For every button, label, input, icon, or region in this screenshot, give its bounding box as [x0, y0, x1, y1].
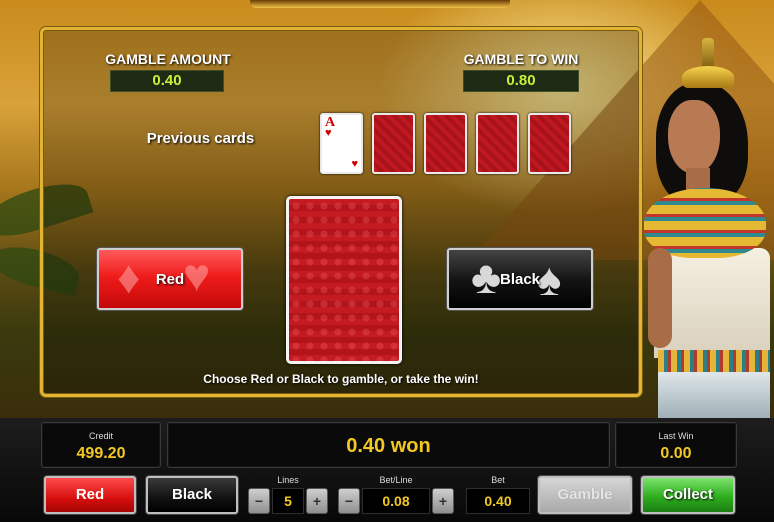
- credit-display: Credit 499.20: [41, 422, 161, 468]
- black-button[interactable]: Black: [146, 476, 238, 514]
- control-bar: Credit 499.20 0.40 won Last Win 0.00 Red…: [0, 418, 774, 522]
- diamond-icon: ♦: [117, 251, 141, 303]
- gamble-button[interactable]: Gamble: [538, 476, 632, 514]
- bet-per-line-label: Bet/Line: [379, 475, 413, 485]
- game-background: GAMBLE AMOUNT 0.40 GAMBLE TO WIN 0.80 Pr…: [0, 0, 774, 418]
- credit-label: Credit: [88, 431, 113, 441]
- lines-label: Lines: [277, 475, 299, 485]
- last-win-display: Last Win 0.00: [615, 422, 737, 468]
- collect-button[interactable]: Collect: [641, 476, 735, 514]
- gamble-instruction: Choose Red or Black to gamble, or take t…: [203, 372, 479, 386]
- previous-card-back: [372, 113, 415, 174]
- bet-per-line-increase-button[interactable]: +: [432, 488, 454, 514]
- previous-cards-label: Previous cards: [146, 130, 255, 147]
- previous-card-back: [424, 113, 467, 174]
- gamble-amount-value: 0.40: [110, 70, 224, 92]
- gamble-to-win-value: 0.80: [463, 70, 579, 92]
- bet-per-line-value: 0.08: [362, 488, 430, 514]
- crown-icon: [682, 66, 734, 88]
- previous-card-ace-hearts: A ♥ ♥: [320, 113, 363, 174]
- bet-label: Bet: [491, 475, 505, 485]
- red-button[interactable]: Red: [44, 476, 136, 514]
- gamble-red-button[interactable]: ♦ ♥ Red: [97, 248, 243, 310]
- win-message-display: 0.40 won: [167, 422, 610, 468]
- credit-value: 499.20: [76, 445, 126, 462]
- win-message: 0.40 won: [346, 435, 431, 457]
- lines-value: 5: [272, 488, 304, 514]
- bet-value: 0.40: [466, 488, 530, 514]
- bet-per-line-decrease-button[interactable]: −: [338, 488, 360, 514]
- last-win-value: 0.00: [660, 445, 692, 462]
- heart-icon: ♥: [183, 249, 211, 301]
- heart-icon: ♥: [351, 158, 358, 170]
- gamble-red-label: Red: [155, 270, 185, 288]
- gamble-panel: GAMBLE AMOUNT 0.40 GAMBLE TO WIN 0.80 Pr…: [40, 27, 642, 397]
- gamble-black-button[interactable]: ♣ ♠ Black: [447, 248, 593, 310]
- lines-increase-button[interactable]: +: [306, 488, 328, 514]
- gamble-card-back: [286, 196, 402, 364]
- gamble-amount-label: GAMBLE AMOUNT: [105, 51, 231, 67]
- club-icon: ♣: [471, 251, 502, 303]
- egyptian-queen-character: [630, 30, 774, 418]
- previous-card-back: [476, 113, 519, 174]
- gamble-black-label: Black: [499, 270, 541, 288]
- heart-icon: ♥: [325, 127, 332, 139]
- lines-decrease-button[interactable]: −: [248, 488, 270, 514]
- gamble-to-win-label: GAMBLE TO WIN: [463, 51, 579, 67]
- last-win-label: Last Win: [658, 431, 694, 441]
- spade-icon: ♠: [537, 253, 562, 305]
- previous-card-back: [528, 113, 571, 174]
